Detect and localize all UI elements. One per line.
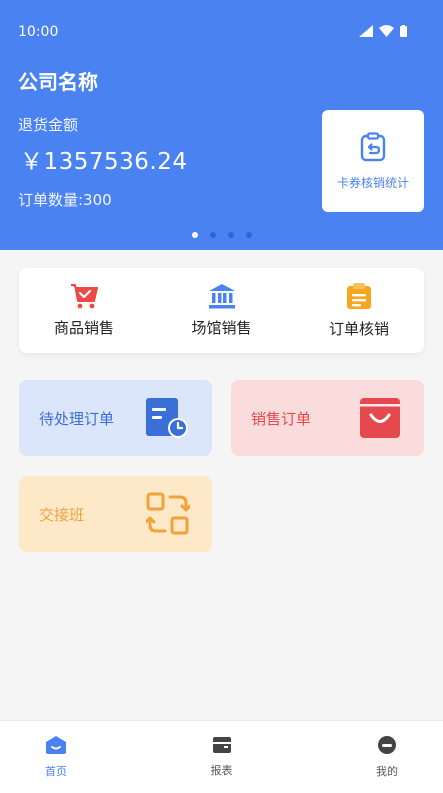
quick-action-venue-sales[interactable]: 场馆销售 [177, 268, 267, 353]
pending-orders-label: 待处理订单 [39, 409, 115, 428]
signal-icon [359, 25, 373, 37]
bottom-tab-bar: 首页 报表 我的 [0, 720, 443, 793]
carousel-indicator [0, 232, 443, 238]
battery-icon [400, 25, 407, 37]
carousel-dot[interactable] [227, 232, 234, 238]
swap-icon [146, 492, 190, 535]
header-banner: 10:00 公司名称 退货金额 ￥1357536.24 订单数量:300 卡券核… [0, 0, 443, 250]
tab-label: 首页 [45, 765, 67, 778]
tab-home[interactable]: 首页 [24, 721, 88, 793]
clipboard-icon [347, 283, 371, 309]
tab-label: 我的 [376, 765, 398, 778]
refund-label: 退货金额 [18, 116, 79, 134]
pending-orders-tile[interactable]: 待处理订单 [19, 380, 212, 456]
carousel-dot[interactable] [191, 232, 198, 238]
quick-action-goods-sales[interactable]: 商品销售 [39, 268, 129, 353]
sales-orders-tile[interactable]: 销售订单 [231, 380, 424, 456]
quick-action-label: 商品销售 [53, 319, 114, 337]
shift-handover-label: 交接班 [39, 505, 85, 524]
tab-profile[interactable]: 我的 [355, 721, 419, 793]
quick-action-order-verify[interactable]: 订单核销 [314, 268, 404, 353]
carousel-dot[interactable] [209, 232, 216, 238]
venue-icon [208, 284, 235, 309]
status-time: 10:00 [18, 24, 59, 40]
status-icons [359, 25, 407, 37]
wifi-icon [379, 25, 394, 37]
tab-reports[interactable]: 报表 [190, 721, 254, 793]
home-icon [46, 736, 66, 754]
profile-icon [378, 736, 396, 754]
tab-label: 报表 [210, 764, 233, 777]
report-icon [212, 737, 231, 753]
shift-handover-tile[interactable]: 交接班 [19, 476, 212, 552]
order-count: 订单数量:300 [18, 191, 112, 209]
quick-action-label: 场馆销售 [191, 319, 252, 337]
sales-orders-label: 销售订单 [251, 409, 312, 428]
document-clock-icon [146, 398, 188, 438]
company-name: 公司名称 [18, 70, 98, 94]
cart-icon [71, 284, 98, 309]
carousel-dot[interactable] [245, 232, 252, 238]
quick-action-label: 订单核销 [328, 320, 389, 338]
refund-amount: ￥1357536.24 [20, 149, 188, 175]
card-verify-stats-label: 卡券核销统计 [336, 175, 409, 190]
card-verify-stats-button[interactable]: 卡券核销统计 [322, 110, 424, 212]
quick-actions-card: 商品销售 场馆销售 订单核销 [19, 268, 424, 353]
shopping-bag-icon [360, 398, 400, 438]
coupon-return-icon [360, 131, 386, 161]
